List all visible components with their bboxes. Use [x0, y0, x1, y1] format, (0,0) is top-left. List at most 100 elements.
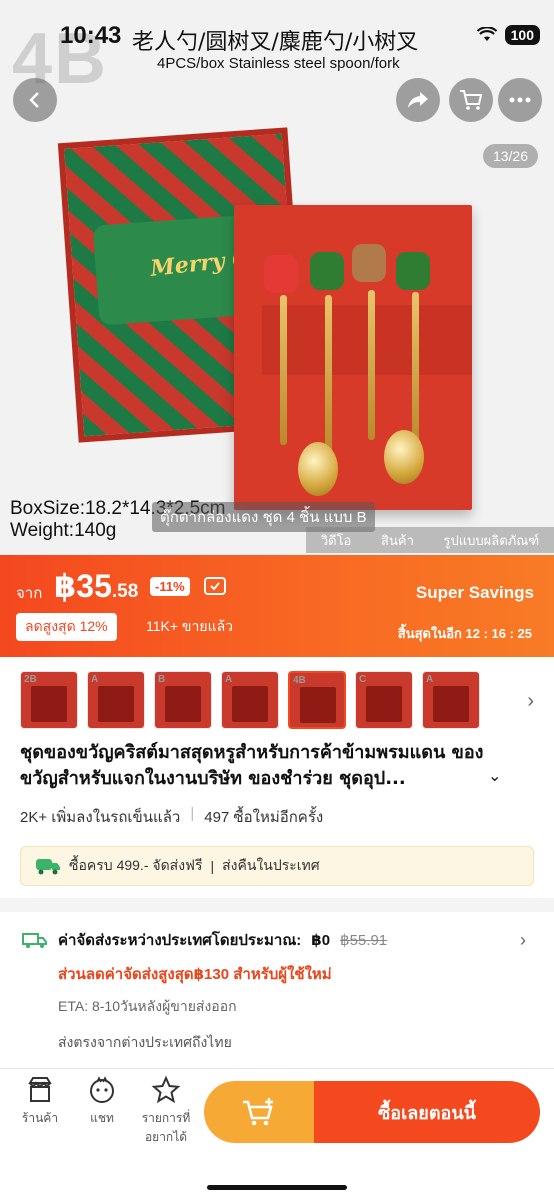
section-divider: [0, 898, 554, 912]
shipping-cost-line: ค่าจัดส่งระหว่างประเทศโดยประมาณ: ฿0 ฿55.…: [22, 928, 532, 952]
product-image-gallery[interactable]: 4B Merry Christmas 10:43 老人勺/圆树叉/麋鹿勺/小树叉…: [0, 0, 554, 555]
wishlist-button[interactable]: รายการที่อยากได้: [136, 1075, 196, 1147]
countdown-timer: สิ้นสุดในอีก 12 : 16 : 25: [397, 626, 532, 641]
discount-badge: -11%: [150, 577, 190, 596]
chat-button[interactable]: แชท: [72, 1075, 132, 1128]
thumb-label: A: [91, 674, 99, 685]
cart-button[interactable]: [449, 78, 493, 122]
variant-thumb-selected[interactable]: 4B: [288, 671, 346, 729]
variant-thumb[interactable]: 2B: [20, 671, 78, 729]
star-icon: [151, 1075, 181, 1104]
thumb-label: C: [359, 674, 367, 685]
chevron-down-icon[interactable]: ⌄: [488, 766, 501, 786]
eta-text: ETA: 8-10วันหลังผู้ขายส่งออก: [58, 998, 237, 1014]
shipping-label: ค่าจัดส่งระหว่างประเทศโดยประมาณ:: [58, 932, 302, 949]
buy-now-button[interactable]: ซื้อเลยตอนนี้: [314, 1081, 540, 1143]
repurchase-count: 497 ซื้อใหม่อีกครั้ง: [204, 809, 324, 826]
thumb-label: B: [158, 674, 166, 685]
cart-icon: [460, 90, 483, 110]
thumb-image: [300, 687, 336, 723]
status-time: 10:43: [60, 22, 122, 49]
more-dots-icon: [509, 97, 531, 103]
add-cart-icon: [243, 1098, 273, 1126]
price-banner: จาก ฿35.58 -11% Super Savings ลดสูงสุด 1…: [0, 555, 554, 657]
variant-thumb[interactable]: A: [87, 671, 145, 729]
back-button[interactable]: [13, 78, 57, 122]
image-caption-cn: 老人勺/圆树叉/麋鹿勺/小树叉: [132, 30, 419, 55]
wishlist-label-line1: รายการที่: [141, 1111, 191, 1125]
promo-divider: |: [210, 858, 215, 874]
tree-topper: [310, 252, 344, 290]
image-counter: 13/26: [482, 144, 538, 168]
delivery-truck-icon: [36, 859, 60, 875]
chevron-right-icon[interactable]: ›: [527, 690, 534, 713]
currency-symbol: ฿: [54, 568, 77, 604]
variant-thumb[interactable]: A: [221, 671, 279, 729]
thumb-image: [366, 686, 402, 722]
from-label: จาก: [16, 585, 43, 602]
santa-topper: [264, 255, 298, 293]
battery-icon: 100: [504, 25, 540, 45]
stats-divider: |: [190, 805, 195, 822]
add-to-cart-button[interactable]: [204, 1081, 314, 1143]
weight-text: Weight:140g: [10, 520, 117, 541]
coupon-icon: [204, 577, 226, 595]
chat-icon: [90, 1076, 114, 1103]
store-label: ร้านค้า: [21, 1111, 59, 1125]
spoon-bowl: [384, 430, 424, 484]
wifi-icon: [476, 27, 497, 41]
media-tabs: วิดีโอ สินค้า รูปแบบผลิตภัณฑ์: [306, 527, 554, 553]
tab-product[interactable]: สินค้า: [381, 530, 414, 551]
product-stats: 2K+ เพิ่มลงในรถเข็นแล้ว | 497 ซื้อใหม่อี…: [20, 805, 323, 829]
gift-box-slots: [262, 305, 472, 375]
image-caption-en: 4PCS/box Stainless steel spoon/fork: [157, 55, 400, 72]
shipping-original-price: ฿55.91: [340, 932, 388, 949]
returns-text: ส่งคืนในประเทศ: [222, 857, 320, 873]
chevron-right-icon: ›: [520, 930, 526, 950]
variant-thumbnails: 2B A B A 4B C A: [20, 668, 540, 732]
store-button[interactable]: ร้านค้า: [10, 1075, 70, 1128]
thumb-image: [433, 686, 469, 722]
thumb-image: [165, 686, 201, 722]
thumb-image: [31, 686, 67, 722]
product-title: ชุดของขวัญคริสต์มาสสุดหรูสำหรับการค้าข้า…: [20, 742, 484, 789]
thumb-label: A: [225, 674, 233, 685]
chat-label: แชท: [90, 1111, 114, 1125]
super-savings-label: Super Savings: [415, 583, 534, 602]
sold-count: 11K+ ขายแล้ว: [146, 618, 234, 634]
spoon-handle: [280, 295, 287, 445]
tab-video[interactable]: วิดีโอ: [321, 530, 352, 551]
share-icon: [408, 92, 428, 108]
free-shipping-text: ซื้อครบ 499.- จัดส่งฟรี: [69, 857, 203, 873]
wishlist-label-line2: อยากได้: [144, 1130, 188, 1144]
tab-variants[interactable]: รูปแบบผลิตภัณฑ์: [444, 530, 540, 551]
thumb-image: [98, 686, 134, 722]
spoon-bowl: [298, 442, 338, 496]
thumb-label: A: [426, 674, 434, 685]
price-decimal: .58: [111, 581, 139, 602]
status-icons: 100: [476, 25, 540, 45]
thumb-label: 4B: [293, 675, 306, 686]
bottom-action-bar: ร้านค้า แชท รายการที่อยากได้ ซื้อเลยตอนน…: [0, 1068, 554, 1200]
home-indicator: [207, 1185, 347, 1190]
small-tree-topper: [396, 252, 430, 290]
chevron-left-icon: [29, 92, 39, 108]
truck-icon: [22, 933, 47, 948]
variant-thumb[interactable]: C: [355, 671, 413, 729]
shipping-discount-text: ส่วนลดค่าจัดส่งสูงสุด฿130 สำหรับผู้ใช้ให…: [58, 966, 332, 983]
direct-shipping-text: ส่งตรงจากต่างประเทศถึงไทย: [58, 1034, 232, 1050]
shipping-info[interactable]: ค่าจัดส่งระหว่างประเทศโดยประมาณ: ฿0 ฿55.…: [22, 928, 532, 1054]
thumb-label: 2B: [24, 674, 37, 685]
price-whole: 35: [76, 568, 112, 604]
thumb-image: [232, 686, 268, 722]
more-button[interactable]: [498, 78, 542, 122]
cart-adds-count: 2K+ เพิ่มลงในรถเข็นแล้ว: [20, 809, 181, 826]
variant-thumb[interactable]: A: [422, 671, 480, 729]
share-button[interactable]: [396, 78, 440, 122]
max-discount-badge: ลดสูงสุด 12%: [16, 613, 117, 641]
variant-thumb[interactable]: B: [154, 671, 212, 729]
spoon-handle: [368, 290, 375, 440]
shipping-promo-bar[interactable]: ซื้อครบ 499.- จัดส่งฟรี | ส่งคืนในประเทศ: [20, 846, 534, 886]
price-value: ฿35.58: [54, 567, 138, 605]
store-icon: [28, 1077, 52, 1102]
